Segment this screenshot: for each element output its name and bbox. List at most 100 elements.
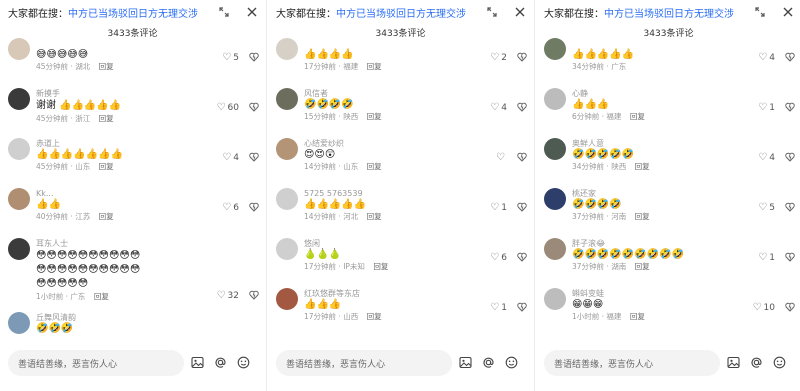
avatar[interactable] xyxy=(276,288,298,310)
dislike-icon[interactable] xyxy=(785,102,795,115)
avatar[interactable] xyxy=(8,138,30,160)
comment-author[interactable] xyxy=(572,38,800,49)
comment-author[interactable]: 风信者 xyxy=(304,88,533,99)
reply-button[interactable]: 回复 xyxy=(367,212,382,221)
comment-list[interactable]: 👍👍👍👍👍 34分钟前 · 广东 ♡ 4 心静 👍👍👍 6分钟前 · 福建 回复… xyxy=(536,38,800,343)
comment-author[interactable]: 5725 5763539 xyxy=(304,188,533,199)
avatar[interactable] xyxy=(276,88,298,110)
dislike-icon[interactable] xyxy=(785,302,795,315)
comment-input[interactable]: 善语结善缘，恶言伤人心 xyxy=(276,350,452,376)
reply-button[interactable]: 回复 xyxy=(635,162,650,171)
like-button[interactable]: ♡ 10 xyxy=(753,302,775,313)
at-icon[interactable] xyxy=(748,354,764,370)
comment-input[interactable]: 善语结善缘，恶言伤人心 xyxy=(544,350,720,376)
comment-author[interactable]: 悠闲 xyxy=(304,238,533,249)
comment-author[interactable]: 新摸手 xyxy=(36,88,265,99)
like-button[interactable]: ♡ 1 xyxy=(490,302,507,313)
comment-author[interactable]: 赤道上 xyxy=(36,138,265,149)
avatar[interactable] xyxy=(544,288,566,310)
reply-button[interactable]: 回复 xyxy=(367,112,382,121)
avatar[interactable] xyxy=(8,188,30,210)
avatar[interactable] xyxy=(276,138,298,160)
dislike-icon[interactable] xyxy=(517,152,527,165)
image-icon[interactable] xyxy=(189,354,205,370)
comment-list[interactable]: 👍👍👍👍 17分钟前 · 福建 回复 ♡ 2 风信者 🤣🤣🤣🤣 15分钟前 · … xyxy=(268,38,533,343)
dislike-icon[interactable] xyxy=(249,102,259,115)
comment-author[interactable]: 奥鲜人意 xyxy=(572,138,800,149)
trending-search-link[interactable]: 中方已当场驳回日方无理交涉 xyxy=(68,5,198,20)
like-button[interactable]: ♡ 4 xyxy=(758,52,775,63)
avatar[interactable] xyxy=(276,188,298,210)
close-icon[interactable] xyxy=(781,5,795,19)
avatar[interactable] xyxy=(544,188,566,210)
emoji-icon[interactable] xyxy=(503,354,519,370)
like-button[interactable]: ♡ 5 xyxy=(222,52,239,63)
comment-author[interactable]: 心结爱纱织 xyxy=(304,138,533,149)
reply-button[interactable]: 回复 xyxy=(94,292,109,301)
reply-button[interactable]: 回复 xyxy=(99,162,114,171)
like-button[interactable]: ♡ 1 xyxy=(758,252,775,263)
comment-author[interactable]: 耳东人士 xyxy=(36,238,265,249)
emoji-icon[interactable] xyxy=(771,354,787,370)
close-icon[interactable] xyxy=(245,5,259,19)
reply-button[interactable]: 回复 xyxy=(635,262,650,271)
expand-icon[interactable] xyxy=(485,5,499,19)
image-icon[interactable] xyxy=(725,354,741,370)
comment-author[interactable]: 红玖悠群等东店 xyxy=(304,288,533,299)
dislike-icon[interactable] xyxy=(517,252,527,265)
dislike-icon[interactable] xyxy=(785,152,795,165)
expand-icon[interactable] xyxy=(217,5,231,19)
like-button[interactable]: ♡ 1 xyxy=(758,102,775,113)
avatar[interactable] xyxy=(544,38,566,60)
avatar[interactable] xyxy=(276,238,298,260)
at-icon[interactable] xyxy=(212,354,228,370)
comment-author[interactable] xyxy=(304,38,533,49)
like-button[interactable]: ♡ 1 xyxy=(490,202,507,213)
reply-button[interactable]: 回复 xyxy=(367,62,382,71)
comment-author[interactable]: 丘舞风清韵 xyxy=(36,312,265,323)
dislike-icon[interactable] xyxy=(249,290,259,303)
comment-input[interactable]: 善语结善缘，恶言伤人心 xyxy=(8,350,184,376)
like-button[interactable]: ♡ 4 xyxy=(222,152,239,163)
image-icon[interactable] xyxy=(457,354,473,370)
reply-button[interactable]: 回复 xyxy=(630,112,645,121)
close-icon[interactable] xyxy=(513,5,527,19)
reply-button[interactable]: 回复 xyxy=(367,162,382,171)
avatar[interactable] xyxy=(8,238,30,260)
reply-button[interactable]: 回复 xyxy=(99,212,114,221)
comment-author[interactable]: 胖子滚😂 xyxy=(572,238,800,249)
search-suggestion-bar[interactable]: 大家都在搜： 中方已当场驳回日方无理交涉 xyxy=(536,0,800,24)
like-button[interactable]: ♡ 2 xyxy=(490,52,507,63)
comment-author[interactable] xyxy=(36,38,265,49)
like-button[interactable]: ♡ 6 xyxy=(490,252,507,263)
trending-search-link[interactable]: 中方已当场驳回日方无理交涉 xyxy=(336,5,466,20)
dislike-icon[interactable] xyxy=(517,202,527,215)
like-button[interactable]: ♡ 4 xyxy=(758,152,775,163)
trending-search-link[interactable]: 中方已当场驳回日方无理交涉 xyxy=(604,5,734,20)
comment-author[interactable]: 桃还家 xyxy=(572,188,800,199)
like-button[interactable]: ♡ 4 xyxy=(490,102,507,113)
at-icon[interactable] xyxy=(480,354,496,370)
dislike-icon[interactable] xyxy=(517,102,527,115)
dislike-icon[interactable] xyxy=(785,52,795,65)
like-button[interactable]: ♡ xyxy=(496,152,507,163)
dislike-icon[interactable] xyxy=(249,202,259,215)
like-button[interactable]: ♡ 5 xyxy=(758,202,775,213)
reply-button[interactable]: 回复 xyxy=(373,262,388,271)
dislike-icon[interactable] xyxy=(517,52,527,65)
like-button[interactable]: ♡ 32 xyxy=(217,290,239,301)
dislike-icon[interactable] xyxy=(249,52,259,65)
search-suggestion-bar[interactable]: 大家都在搜： 中方已当场驳回日方无理交涉 xyxy=(0,0,265,24)
reply-button[interactable]: 回复 xyxy=(367,312,382,321)
reply-button[interactable]: 回复 xyxy=(99,62,114,71)
dislike-icon[interactable] xyxy=(785,202,795,215)
avatar[interactable] xyxy=(544,238,566,260)
avatar[interactable] xyxy=(544,88,566,110)
avatar[interactable] xyxy=(276,38,298,60)
dislike-icon[interactable] xyxy=(517,302,527,315)
avatar[interactable] xyxy=(8,88,30,110)
reply-button[interactable]: 回复 xyxy=(630,312,645,321)
like-button[interactable]: ♡ 6 xyxy=(222,202,239,213)
dislike-icon[interactable] xyxy=(249,152,259,165)
comment-list[interactable]: 😅😅😅😅😅 45分钟前 · 湖北 回复 ♡ 5 新摸手 谢谢 👍👍👍👍👍 45分… xyxy=(0,38,265,343)
